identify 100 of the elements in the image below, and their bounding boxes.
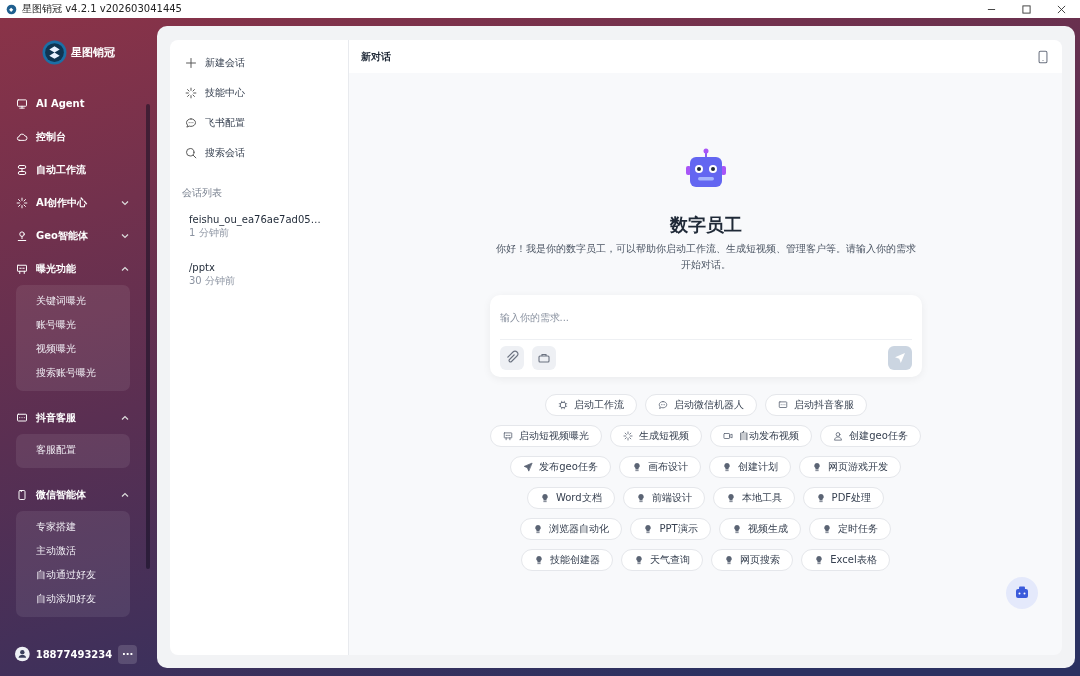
- message-composer[interactable]: 输入你的需求...: [489, 295, 922, 377]
- bulb-icon: [815, 493, 826, 503]
- suggestion-chip[interactable]: 天气查询: [621, 549, 704, 571]
- chat-icon: [657, 400, 668, 410]
- suggestion-chip[interactable]: Word文档: [526, 487, 615, 509]
- bulb-icon: [534, 555, 545, 565]
- bulb-icon: [725, 493, 736, 503]
- nav-item[interactable]: 曝光功能: [16, 252, 130, 285]
- nav-item[interactable]: 控制台: [16, 120, 130, 153]
- suggestion-chip[interactable]: 发布geo任务: [510, 456, 611, 478]
- submenu-item[interactable]: 自动通过好友: [36, 563, 96, 587]
- avatar-icon[interactable]: [15, 645, 30, 663]
- bulb-icon: [634, 555, 645, 565]
- submenu-item[interactable]: 搜索账号曝光: [36, 361, 96, 385]
- suggestion-chip[interactable]: 启动微信机器人: [644, 394, 757, 416]
- menu-action[interactable]: 飞书配置: [170, 108, 348, 138]
- nav-item[interactable]: 微信智能体: [16, 478, 130, 511]
- chat-title: 新对话: [361, 49, 391, 64]
- plus-icon: [185, 57, 197, 69]
- suggestion-chip[interactable]: PDF处理: [802, 487, 885, 509]
- sparkle-icon: [185, 87, 197, 99]
- presentation-icon: [16, 262, 28, 275]
- suggestion-chip[interactable]: 启动工作流: [544, 394, 637, 416]
- section-title: 会话列表: [182, 186, 223, 200]
- nav-item[interactable]: Geo智能体: [16, 219, 130, 252]
- suggestion-chip[interactable]: 定时任务: [808, 518, 891, 540]
- bulb-icon: [814, 555, 825, 565]
- close-icon[interactable]: [1057, 4, 1066, 14]
- bulb-icon: [635, 493, 646, 503]
- conversation-item[interactable]: feishu_ou_ea76ae7ad05… 1 分钟前: [170, 208, 348, 246]
- phone-icon: [16, 488, 28, 501]
- submenu-item[interactable]: 账号曝光: [36, 313, 76, 337]
- bulb-icon: [533, 524, 544, 534]
- cloud-icon: [16, 130, 28, 143]
- submenu-item[interactable]: 主动激活: [36, 539, 76, 563]
- submenu-item[interactable]: 专家搭建: [36, 515, 76, 539]
- submenu-item[interactable]: 关键词曝光: [36, 289, 86, 313]
- suggestion-chip[interactable]: 自动发布视频: [710, 425, 813, 447]
- heading: 数字员工: [669, 213, 742, 237]
- location-icon: [16, 229, 28, 242]
- bulb-icon: [539, 493, 550, 503]
- scrollbar[interactable]: [146, 104, 150, 569]
- submenu-item[interactable]: 视频曝光: [36, 337, 76, 361]
- menu-action[interactable]: 技能中心: [170, 78, 348, 108]
- logo-icon: [42, 39, 67, 65]
- message-icon: [16, 411, 28, 424]
- more-button[interactable]: ···: [118, 644, 137, 664]
- suggestion-chip[interactable]: 创建计划: [708, 456, 791, 478]
- send-icon: [523, 462, 534, 472]
- suggestion-chip[interactable]: Excel表格: [801, 549, 890, 571]
- submenu-item[interactable]: 客服配置: [36, 438, 76, 462]
- maximize-icon[interactable]: [1022, 4, 1031, 14]
- app-logo-icon: [6, 3, 17, 15]
- bulb-icon: [731, 524, 742, 534]
- submenu-item[interactable]: 自动添加好友: [36, 587, 96, 611]
- suggestion-chip[interactable]: 画布设计: [618, 456, 701, 478]
- bulb-icon: [721, 462, 732, 472]
- conversation-item[interactable]: /pptx 30 分钟前: [170, 256, 348, 294]
- brand-name: 星图销冠: [71, 44, 115, 60]
- suggestion-chip[interactable]: 技能创建器: [521, 549, 614, 571]
- nav-item[interactable]: 抖音客服: [16, 401, 130, 434]
- user-name: 18877493234: [35, 648, 113, 660]
- suggestion-chip[interactable]: 前端设计: [622, 487, 705, 509]
- bulb-icon: [631, 462, 642, 472]
- search-icon: [185, 147, 197, 159]
- video-icon: [723, 431, 734, 441]
- sparkle-icon: [623, 431, 634, 441]
- window-title: 星图销冠 v4.2.1 v202603041445: [22, 2, 182, 16]
- bulb-icon: [811, 462, 822, 472]
- nav-item[interactable]: AI Agent: [16, 87, 130, 120]
- chip-icon: [557, 400, 568, 410]
- bulb-icon: [643, 524, 654, 534]
- sparkle-icon: [16, 196, 28, 209]
- intro-text: 你好！我是你的数字员工，可以帮助你启动工作流、生成短视频、管理客户等。请输入你的需求开始对话。: [495, 242, 916, 272]
- robot-assistant-button[interactable]: [1006, 577, 1038, 609]
- chat-icon: [185, 117, 197, 129]
- workflow-icon: [16, 163, 28, 176]
- suggestion-chip[interactable]: 视频生成: [718, 518, 801, 540]
- message-input[interactable]: 输入你的需求...: [499, 295, 912, 340]
- suggestion-chip[interactable]: 网页游戏开发: [798, 456, 901, 478]
- menu-action[interactable]: 搜索会话: [170, 138, 348, 168]
- bulb-icon: [821, 524, 832, 534]
- suggestion-chip[interactable]: 启动抖音客服: [764, 394, 867, 416]
- monitor-icon: [16, 97, 28, 110]
- tablet-icon[interactable]: [1036, 49, 1050, 64]
- nav-item[interactable]: AI创作中心: [16, 186, 130, 219]
- suggestion-chip[interactable]: 创建geo任务: [820, 425, 921, 447]
- suggestion-chip[interactable]: 网页搜索: [711, 549, 794, 571]
- bulb-icon: [724, 555, 735, 565]
- nav-item[interactable]: 自动工作流: [16, 153, 130, 186]
- presentation-icon: [503, 431, 514, 441]
- suggestion-chip[interactable]: 浏览器自动化: [520, 518, 623, 540]
- suggestion-chip[interactable]: 本地工具: [712, 487, 795, 509]
- suggestion-chip[interactable]: PPT演示: [630, 518, 711, 540]
- user-icon: [833, 431, 844, 441]
- menu-action[interactable]: 新建会话: [170, 48, 348, 78]
- paperclip-icon[interactable]: [499, 346, 524, 370]
- message-icon: [777, 400, 788, 410]
- suggestion-chip[interactable]: 启动短视频曝光: [490, 425, 603, 447]
- suggestion-chip[interactable]: 生成短视频: [610, 425, 703, 447]
